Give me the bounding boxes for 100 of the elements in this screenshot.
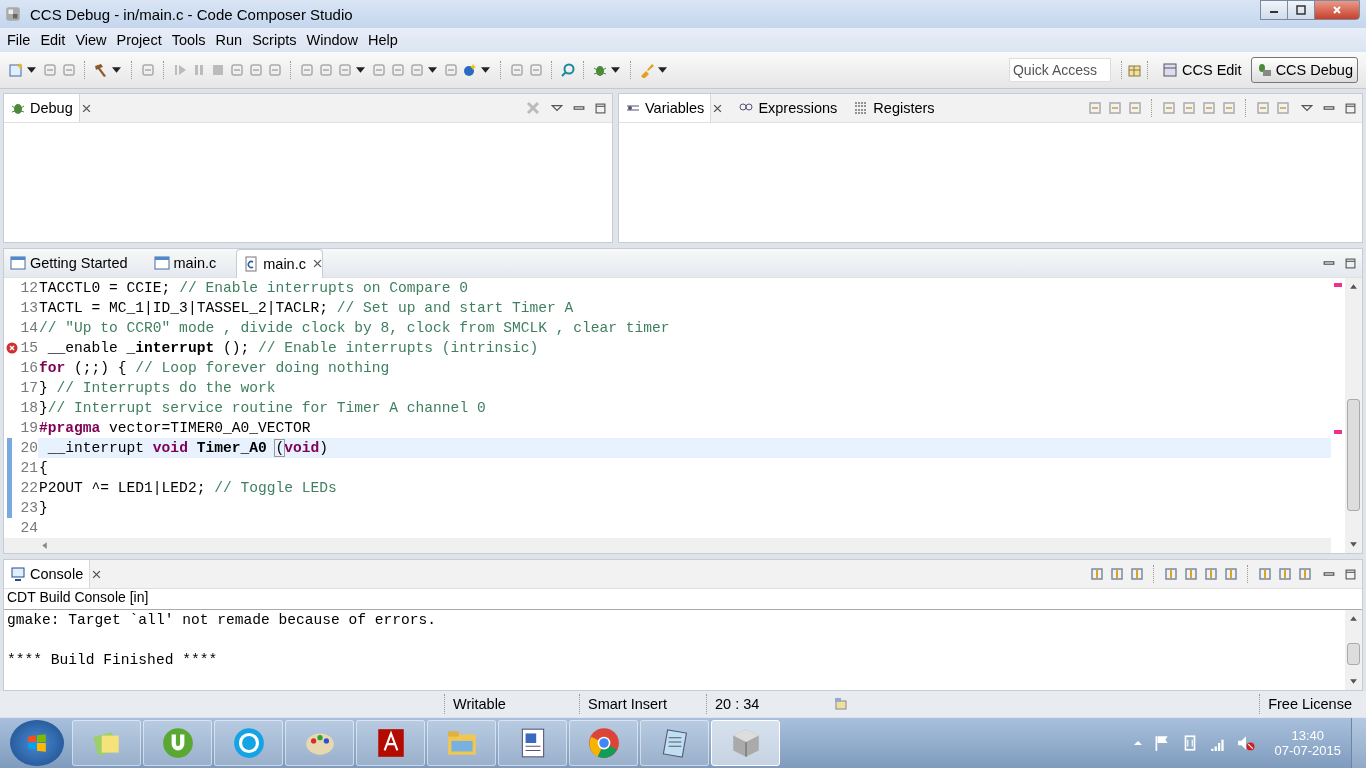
perspective-button[interactable]: CCS Edit [1157, 57, 1247, 83]
taskbar-app[interactable] [640, 720, 709, 766]
line-number: 16 [20, 360, 38, 376]
view-toolbar-icon[interactable] [1201, 100, 1217, 116]
taskbar-app[interactable] [214, 720, 283, 766]
vertical-scrollbar[interactable] [1345, 610, 1362, 690]
editor-tab[interactable]: Getting Started [4, 249, 144, 277]
console-toolbar-icon[interactable] [1109, 566, 1125, 582]
show-desktop-button[interactable] [1351, 718, 1366, 768]
console-line: **** Build Finished **** [7, 652, 219, 670]
menu-item[interactable]: Project [111, 32, 167, 48]
error-marker [1334, 430, 1342, 434]
caret-icon[interactable] [112, 67, 121, 73]
view-menu-icon[interactable] [1301, 104, 1313, 112]
taskbar-app[interactable] [498, 720, 567, 766]
open-perspective-icon[interactable] [1127, 62, 1143, 78]
taskbar-app[interactable] [143, 720, 212, 766]
console-toolbar-icon[interactable] [1183, 566, 1199, 582]
close-icon[interactable] [92, 569, 102, 579]
code-line: } // Interrupts do the work [39, 380, 276, 396]
menu-item[interactable]: Window [301, 32, 364, 48]
console-toolbar-icon[interactable] [1163, 566, 1179, 582]
caret-icon[interactable] [428, 67, 437, 73]
scroll-left-icon[interactable] [40, 541, 49, 550]
view-tab[interactable]: Expressions [732, 94, 844, 122]
status-text: Writable [444, 694, 579, 714]
muted-speaker-icon[interactable] [1236, 734, 1255, 752]
maximize-icon[interactable] [1345, 257, 1356, 269]
console-toolbar-icon[interactable] [1297, 566, 1313, 582]
editor-tab[interactable]: main.c [236, 248, 323, 278]
menu-item[interactable]: Run [210, 32, 248, 48]
scroll-up-icon[interactable] [1349, 614, 1358, 623]
scroll-thumb[interactable] [1347, 643, 1360, 665]
view-toolbar-icon[interactable] [1107, 100, 1123, 116]
code-line: TACTL = MC_1|ID_3|TASSEL_2|TACLR; // Set up and start Timer A [39, 300, 574, 316]
caret-icon[interactable] [658, 67, 667, 73]
error-marker [1334, 283, 1342, 287]
menu-item[interactable]: Tools [166, 32, 211, 48]
maximize-icon[interactable] [1345, 568, 1356, 580]
code-line: }// Interrupt service routine for Timer A channel 0 [39, 400, 486, 416]
menu-item[interactable]: View [70, 32, 112, 48]
start-button[interactable] [10, 720, 64, 766]
quick-access-field[interactable]: Quick Access [1009, 58, 1111, 82]
memory-icon[interactable] [833, 696, 849, 712]
scroll-down-icon[interactable] [1349, 540, 1358, 549]
menu-item[interactable]: File [2, 32, 36, 48]
view-toolbar-icon[interactable] [1255, 100, 1271, 116]
console-toolbar-icon[interactable] [1223, 566, 1239, 582]
taskbar-app[interactable] [569, 720, 638, 766]
app-icon [160, 726, 195, 760]
console-toolbar-icon[interactable] [1257, 566, 1273, 582]
view-tab[interactable]: Console [4, 560, 91, 588]
editor-tab[interactable]: main.c [147, 249, 233, 277]
minimize-icon[interactable] [1323, 570, 1335, 578]
line-number: 13 [20, 300, 38, 316]
menu-item[interactable]: Edit [35, 32, 71, 48]
console-toolbar-icon[interactable] [1089, 566, 1105, 582]
toolbar-icon[interactable] [462, 62, 478, 78]
minimize-icon[interactable] [1323, 259, 1335, 267]
close-icon[interactable] [81, 103, 91, 113]
view-toolbar-icon[interactable] [1161, 100, 1177, 116]
view-menu-icon[interactable] [551, 104, 563, 112]
vertical-scrollbar[interactable] [1345, 278, 1362, 553]
scroll-up-icon[interactable] [1349, 282, 1358, 291]
close-button[interactable] [1314, 0, 1360, 20]
console-toolbar-icon[interactable] [1277, 566, 1293, 582]
view-tab[interactable]: Debug [4, 94, 80, 122]
taskbar-app[interactable] [356, 720, 425, 766]
minimize-icon[interactable] [573, 104, 585, 112]
view-toolbar-icon[interactable] [1127, 100, 1143, 116]
toolbar-icon[interactable] [560, 62, 576, 78]
maximize-icon[interactable] [1345, 102, 1356, 114]
caret-icon[interactable] [611, 67, 620, 73]
caret-icon[interactable] [27, 67, 36, 73]
menu-item[interactable]: Help [363, 32, 403, 48]
maximize-icon[interactable] [595, 102, 606, 114]
scroll-down-icon[interactable] [1349, 677, 1358, 686]
view-toolbar-icon[interactable] [1221, 100, 1237, 116]
browser-icon [586, 726, 621, 760]
console-toolbar-icon[interactable] [1129, 566, 1145, 582]
error-icon[interactable] [6, 342, 18, 354]
view-tab[interactable]: Variables [619, 94, 712, 122]
minimize-icon[interactable] [1323, 104, 1335, 112]
menu-item[interactable]: Scripts [247, 32, 302, 48]
remove-icon[interactable] [525, 100, 541, 116]
close-icon[interactable] [713, 103, 723, 113]
caret-icon[interactable] [481, 67, 490, 73]
view-toolbar-icon[interactable] [1181, 100, 1197, 116]
maximize-button[interactable] [1287, 0, 1315, 20]
perspective-button[interactable]: CCS Debug [1250, 57, 1358, 83]
view-toolbar-icon[interactable] [1087, 100, 1103, 116]
show-hidden-icons-icon[interactable] [1132, 740, 1143, 746]
minimize-button[interactable] [1260, 0, 1288, 20]
caret-icon[interactable] [356, 67, 365, 73]
view-toolbar-icon[interactable] [1275, 100, 1291, 116]
close-icon[interactable] [312, 258, 322, 268]
view-tab[interactable]: Registers [847, 94, 941, 122]
console-toolbar-icon[interactable] [1203, 566, 1219, 582]
toolbar-icon[interactable] [93, 62, 109, 78]
scroll-thumb[interactable] [1347, 399, 1360, 511]
